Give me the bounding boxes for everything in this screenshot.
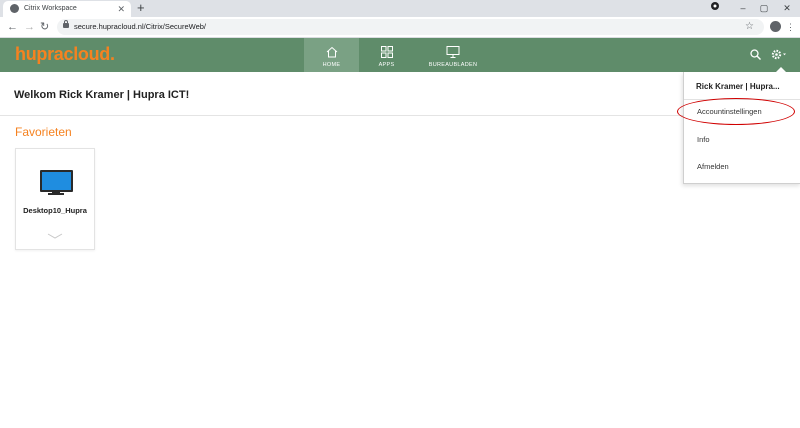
- address-bar[interactable]: secure.hupracloud.nl/Citrix/SecureWeb/ ☆: [57, 19, 764, 35]
- maximize-button[interactable]: ▢: [754, 0, 774, 17]
- tab-home-label: HOME: [322, 62, 341, 68]
- account-user-name: Rick Kramer | Hupra...: [696, 82, 780, 91]
- favorite-tile-label: Desktop10_Hupra: [23, 206, 87, 215]
- favorites-heading: Favorieten: [15, 125, 72, 139]
- tab-bureaubladen[interactable]: BUREAUBLADEN: [418, 38, 488, 72]
- chevron-down-icon[interactable]: [47, 233, 63, 239]
- back-arrow-icon[interactable]: ←: [7, 19, 18, 35]
- tab-apps-label: APPS: [378, 62, 395, 68]
- tab-home[interactable]: HOME: [304, 38, 359, 72]
- browser-menu-icon[interactable]: ⋮: [786, 19, 795, 35]
- citrix-favicon-icon: [10, 4, 19, 13]
- favorite-tile-desktop[interactable]: Desktop10_Hupra: [15, 148, 95, 250]
- bookmark-star-icon[interactable]: ☆: [745, 20, 754, 34]
- minimize-button[interactable]: –: [733, 0, 753, 17]
- close-window-button[interactable]: ✕: [777, 0, 797, 17]
- browser-tab-strip: Citrix Workspace ✕ + – ▢ ✕: [0, 0, 800, 17]
- lock-icon: [63, 20, 69, 28]
- tab-close-icon[interactable]: ✕: [117, 2, 125, 16]
- search-icon[interactable]: [750, 49, 761, 62]
- divider: [0, 115, 683, 116]
- browser-tab[interactable]: Citrix Workspace ✕: [3, 1, 131, 17]
- apps-grid-icon: [380, 45, 393, 63]
- welcome-message: Welkom Rick Kramer | Hupra ICT!: [14, 89, 190, 101]
- hupracloud-logo: hupracloud.: [15, 44, 115, 64]
- tab-bureaubladen-label: BUREAUBLADEN: [428, 62, 478, 68]
- address-url: secure.hupracloud.nl/Citrix/SecureWeb/: [74, 22, 207, 31]
- new-tab-button[interactable]: +: [137, 1, 145, 15]
- browser-toolbar: ← → ↻ secure.hupracloud.nl/Citrix/Secure…: [0, 17, 800, 38]
- app-header: hupracloud. HOME APPS BUREAUBLADEN: [0, 38, 800, 72]
- menu-item-logout[interactable]: Afmelden: [697, 162, 729, 172]
- forward-arrow-icon[interactable]: →: [24, 19, 35, 35]
- settings-gear-icon[interactable]: [771, 49, 787, 62]
- reload-icon[interactable]: ↻: [40, 19, 49, 35]
- monitor-icon: [446, 45, 460, 63]
- home-icon: [326, 45, 338, 63]
- account-dropdown-menu: Rick Kramer | Hupra... Accountinstelling…: [683, 72, 800, 184]
- browser-tab-title: Citrix Workspace: [24, 5, 77, 12]
- menu-item-info[interactable]: Info: [697, 135, 710, 145]
- profile-avatar-icon[interactable]: [770, 21, 781, 32]
- annotation-highlight-ellipse: [677, 98, 795, 125]
- tab-apps[interactable]: APPS: [359, 38, 414, 72]
- profile-menu-icon[interactable]: [705, 0, 725, 17]
